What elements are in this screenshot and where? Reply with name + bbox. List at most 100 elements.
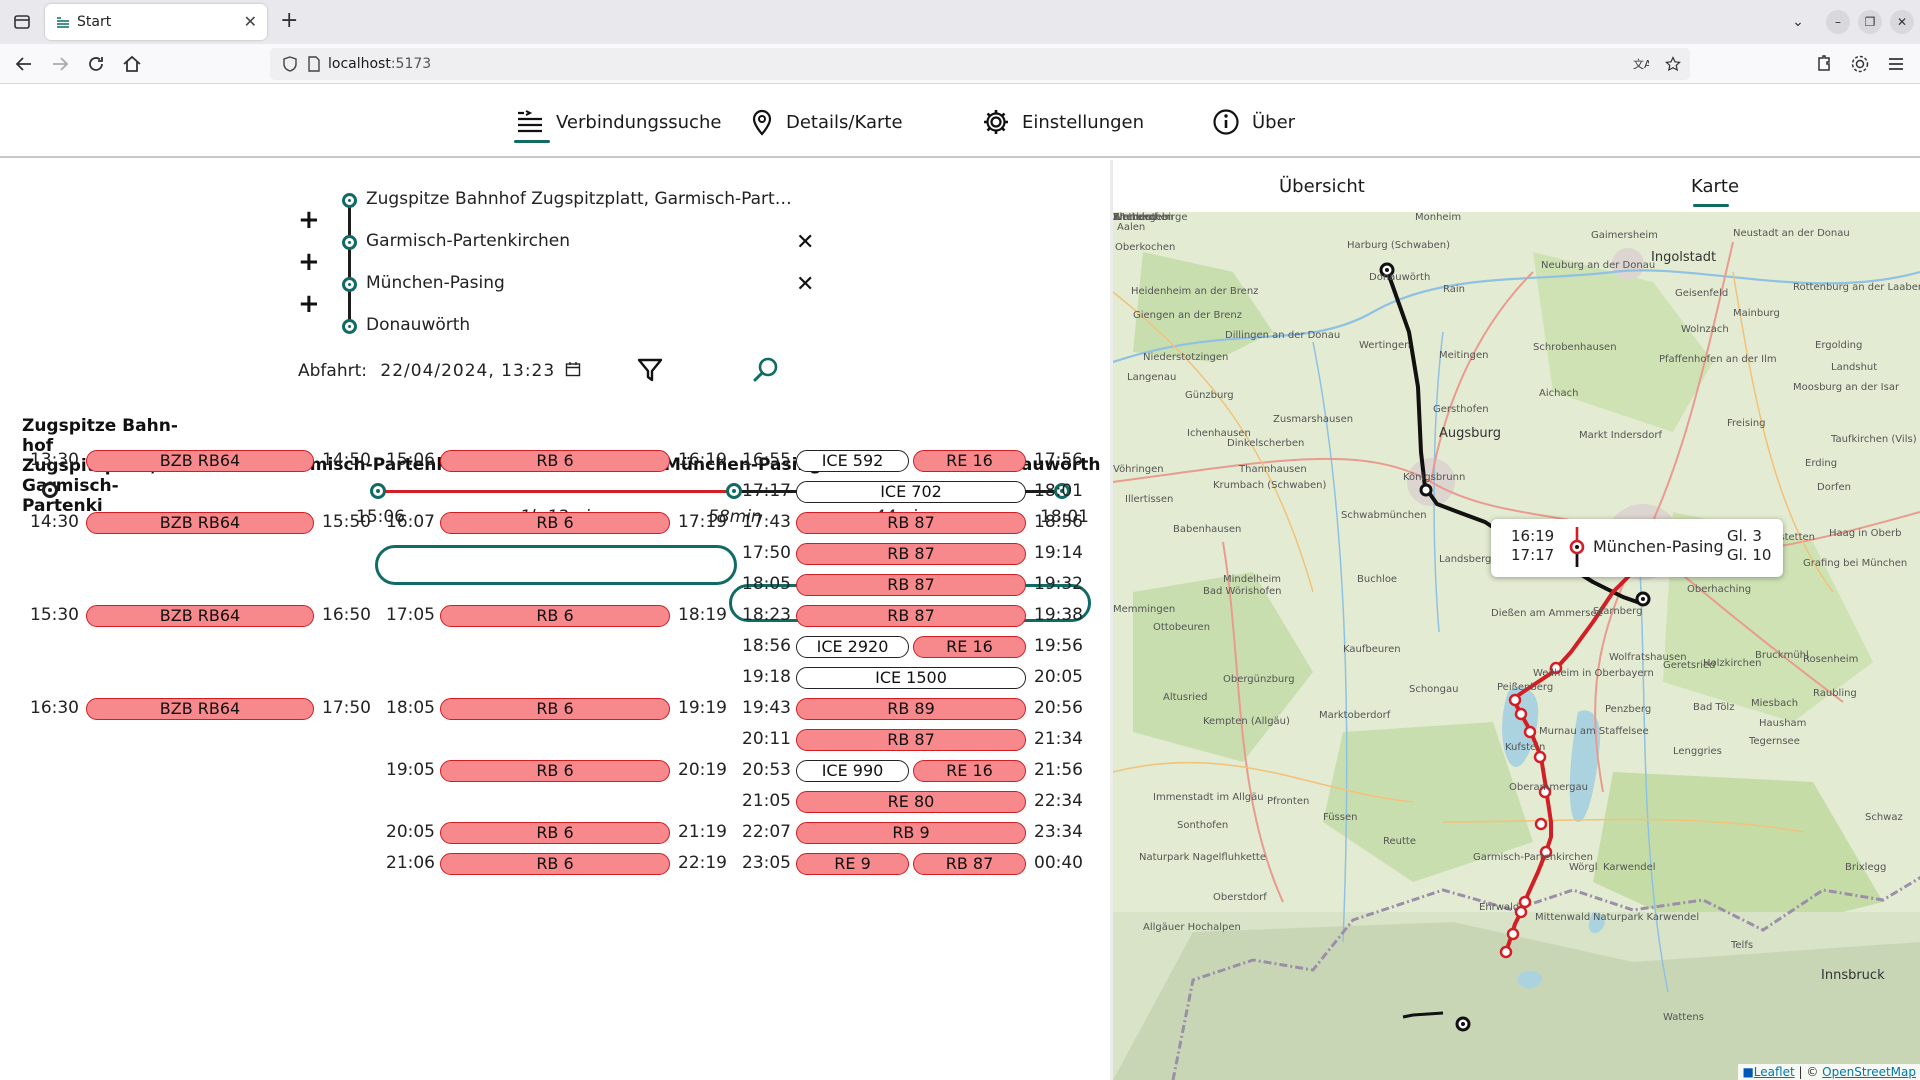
- tab-overflow-chevron-icon[interactable]: ⌄: [1786, 10, 1810, 34]
- nav-settings[interactable]: Einstellungen: [982, 106, 1144, 138]
- train-badge[interactable]: BZB RB64: [86, 605, 314, 627]
- tab-map[interactable]: Karte: [1691, 176, 1739, 197]
- train-badge[interactable]: BZB RB64: [86, 512, 314, 534]
- train-badge[interactable]: ICE 592: [796, 450, 909, 472]
- departure-field[interactable]: Abfahrt: 22/04/2024, 13:23: [298, 361, 581, 381]
- train-badge[interactable]: ICE 2920: [796, 636, 909, 658]
- train-badge[interactable]: RB 87: [796, 605, 1026, 627]
- train-badge[interactable]: RB 9: [796, 822, 1026, 844]
- train-badge[interactable]: RB 6: [440, 822, 670, 844]
- map-place-label: Dillingen an der Donau: [1225, 330, 1341, 341]
- train-badge[interactable]: RB 6: [440, 512, 670, 534]
- map-place-label: Zusmarshausen: [1273, 414, 1354, 425]
- train-badge[interactable]: RE 16: [913, 636, 1026, 658]
- settings-gear-icon[interactable]: [1848, 52, 1872, 76]
- forward-icon[interactable]: [48, 52, 72, 76]
- train-badge[interactable]: RB 6: [440, 450, 670, 472]
- map-place-label: Ottobeuren: [1153, 622, 1211, 633]
- station-popup[interactable]: 16:19 17:17 München-Pasing Gl. 3 Gl. 10: [1491, 519, 1783, 577]
- connection-search-panel: Zugspitze Bahnhof Zugspitzplatt, Garmisc…: [0, 160, 1110, 1080]
- time-value: 18:56: [742, 636, 791, 656]
- menu-icon[interactable]: [1884, 52, 1908, 76]
- train-badge[interactable]: ICE 990: [796, 760, 909, 782]
- train-badge[interactable]: RB 87: [796, 512, 1026, 534]
- train-badge[interactable]: ICE 1500: [796, 667, 1026, 689]
- map-place-label: Lenggries: [1673, 746, 1722, 757]
- remove-stop-button[interactable]: ✕: [796, 232, 814, 254]
- calendar-icon[interactable]: [565, 361, 581, 377]
- osm-link[interactable]: OpenStreetMap: [1822, 1065, 1916, 1079]
- search-icon[interactable]: [752, 356, 780, 384]
- time-value: 19:56: [1034, 636, 1083, 656]
- train-badge[interactable]: RE 9: [796, 853, 909, 875]
- stop-destination-field[interactable]: Donauwörth: [366, 315, 470, 335]
- reload-icon[interactable]: [84, 52, 108, 76]
- add-stop-button[interactable]: +: [298, 207, 320, 233]
- train-badge[interactable]: RB 89: [796, 698, 1026, 720]
- train-badge[interactable]: RE 16: [913, 760, 1026, 782]
- map-place-label: Oberammergau: [1509, 782, 1588, 793]
- map-place-label: Ingolstadt: [1651, 250, 1717, 265]
- shield-icon[interactable]: [282, 56, 298, 72]
- map-place-label: Reutte: [1383, 836, 1416, 847]
- filter-icon[interactable]: [636, 356, 664, 384]
- bookmark-star-icon[interactable]: [1665, 56, 1681, 72]
- extensions-icon[interactable]: [1812, 52, 1836, 76]
- add-stop-button[interactable]: +: [298, 249, 320, 275]
- train-badge[interactable]: RB 6: [440, 760, 670, 782]
- map-place-label: Peißenberg: [1497, 682, 1554, 693]
- train-badge[interactable]: BZB RB64: [86, 698, 314, 720]
- map-place-label: Rosenheim: [1803, 654, 1859, 665]
- train-badge[interactable]: RB 87: [913, 853, 1026, 875]
- departure-datetime-input[interactable]: 22/04/2024, 13:23: [380, 361, 555, 381]
- train-badge[interactable]: RB 87: [796, 574, 1026, 596]
- new-tab-icon[interactable]: +: [280, 8, 298, 33]
- stop-list-connector: [348, 200, 351, 326]
- nav-about[interactable]: Über: [1212, 106, 1295, 138]
- tab-overview[interactable]: Übersicht: [1279, 176, 1365, 197]
- tab-list-icon[interactable]: [12, 12, 32, 32]
- home-icon[interactable]: [120, 52, 144, 76]
- map-place-label: Wattens: [1663, 1012, 1704, 1023]
- train-badge[interactable]: RB 6: [440, 698, 670, 720]
- time-value: 17:50: [322, 698, 371, 718]
- map-place-label: Monheim: [1415, 212, 1462, 223]
- leaflet-link[interactable]: Leaflet: [1754, 1065, 1795, 1079]
- map-place-label: Giengen an der Brenz: [1133, 310, 1242, 321]
- add-stop-button[interactable]: +: [298, 291, 320, 317]
- time-value: 19:14: [1034, 543, 1083, 563]
- translate-icon[interactable]: 文A: [1633, 56, 1649, 72]
- train-badge[interactable]: RB 87: [796, 543, 1026, 565]
- map-place-label: Wolnzach: [1681, 324, 1729, 335]
- remove-stop-button[interactable]: ✕: [796, 274, 814, 296]
- close-window-icon[interactable]: ✕: [1890, 10, 1914, 34]
- nav-connection-search[interactable]: Verbindungssuche: [516, 106, 721, 138]
- map-place-label: Erding: [1805, 458, 1838, 469]
- map-place-label: Langenau: [1127, 372, 1177, 383]
- train-badge[interactable]: RE 16: [913, 450, 1026, 472]
- train-badge[interactable]: ICE 702: [796, 481, 1026, 503]
- back-icon[interactable]: [12, 52, 36, 76]
- minimize-window-icon[interactable]: –: [1826, 10, 1850, 34]
- map-place-label: Vöhringen: [1113, 464, 1164, 475]
- train-badge[interactable]: RB 87: [796, 729, 1026, 751]
- map-place-label: Wörgl: [1569, 862, 1598, 873]
- nav-details-map[interactable]: Details/Karte: [750, 106, 903, 138]
- train-badge[interactable]: BZB RB64: [86, 450, 314, 472]
- train-badge[interactable]: RB 6: [440, 853, 670, 875]
- restore-window-icon[interactable]: ❐: [1858, 10, 1882, 34]
- train-badge[interactable]: RB 6: [440, 605, 670, 627]
- train-badge[interactable]: RE 80: [796, 791, 1026, 813]
- map-place-label: Mainburg: [1733, 308, 1780, 319]
- close-tab-icon[interactable]: ✕: [244, 12, 257, 31]
- browser-tab[interactable]: Start ✕: [45, 4, 267, 40]
- nav-label-details: Details/Karte: [786, 111, 903, 133]
- route-map[interactable]: Aalen Oberkochen Monheim Harburg (Schwaben)…: [1113, 212, 1920, 1080]
- url-bar[interactable]: localhost:5173 文A: [270, 48, 1690, 80]
- map-place-label: Bad Wörishofen: [1203, 586, 1282, 597]
- tab-title: Start: [77, 14, 112, 30]
- stop-origin-field[interactable]: Zugspitze Bahnhof Zugspitzplatt, Garmisc…: [366, 189, 792, 209]
- stop-via-field[interactable]: Garmisch-Partenkirchen: [366, 231, 570, 251]
- page-info-icon[interactable]: [306, 56, 322, 72]
- stop-via-field[interactable]: München-Pasing: [366, 273, 505, 293]
